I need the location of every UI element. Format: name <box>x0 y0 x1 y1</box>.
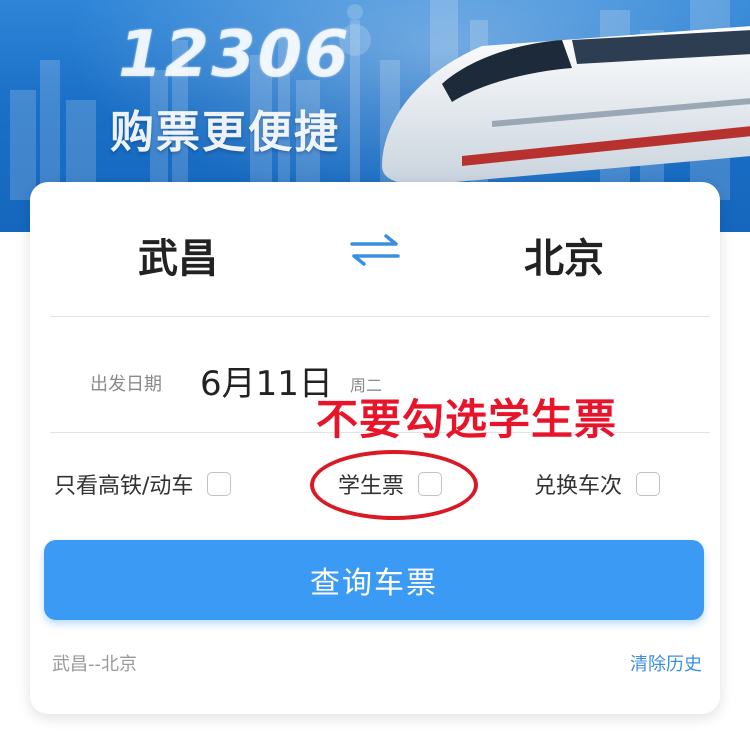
option-label: 只看高铁/动车 <box>54 474 194 499</box>
brand-slogan: 购票更便捷 <box>110 107 340 158</box>
option-label: 兑换车次 <box>534 474 623 499</box>
divider <box>50 316 710 317</box>
option-label: 学生票 <box>338 474 405 499</box>
student-ticket-checkbox[interactable] <box>418 472 443 496</box>
search-tickets-button[interactable]: 查询车票 <box>44 540 704 620</box>
train-image <box>382 26 750 185</box>
departure-station[interactable]: 武昌 <box>138 226 218 284</box>
arrival-station[interactable]: 北京 <box>524 226 604 284</box>
brand-number: 12306 <box>118 18 351 92</box>
clear-history-link[interactable]: 清除历史 <box>630 650 702 676</box>
exchange-train-option[interactable]: 兑换车次 <box>534 466 661 502</box>
student-ticket-option[interactable]: 学生票 <box>338 466 443 502</box>
history-item[interactable]: 武昌--北京 <box>52 650 137 676</box>
ticket-search-card: 武昌 北京 出发日期 6月11日 周二 不要勾选学生票 只看高铁/动车 学生票 … <box>30 182 720 714</box>
annotation-text: 不要勾选学生票 <box>316 395 618 444</box>
high-speed-only-option[interactable]: 只看高铁/动车 <box>54 466 232 502</box>
date-value[interactable]: 6月11日 <box>200 356 333 405</box>
date-label: 出发日期 <box>90 374 162 395</box>
high-speed-only-checkbox[interactable] <box>207 472 232 496</box>
exchange-train-checkbox[interactable] <box>636 472 661 496</box>
swap-stations-icon[interactable] <box>346 232 404 268</box>
